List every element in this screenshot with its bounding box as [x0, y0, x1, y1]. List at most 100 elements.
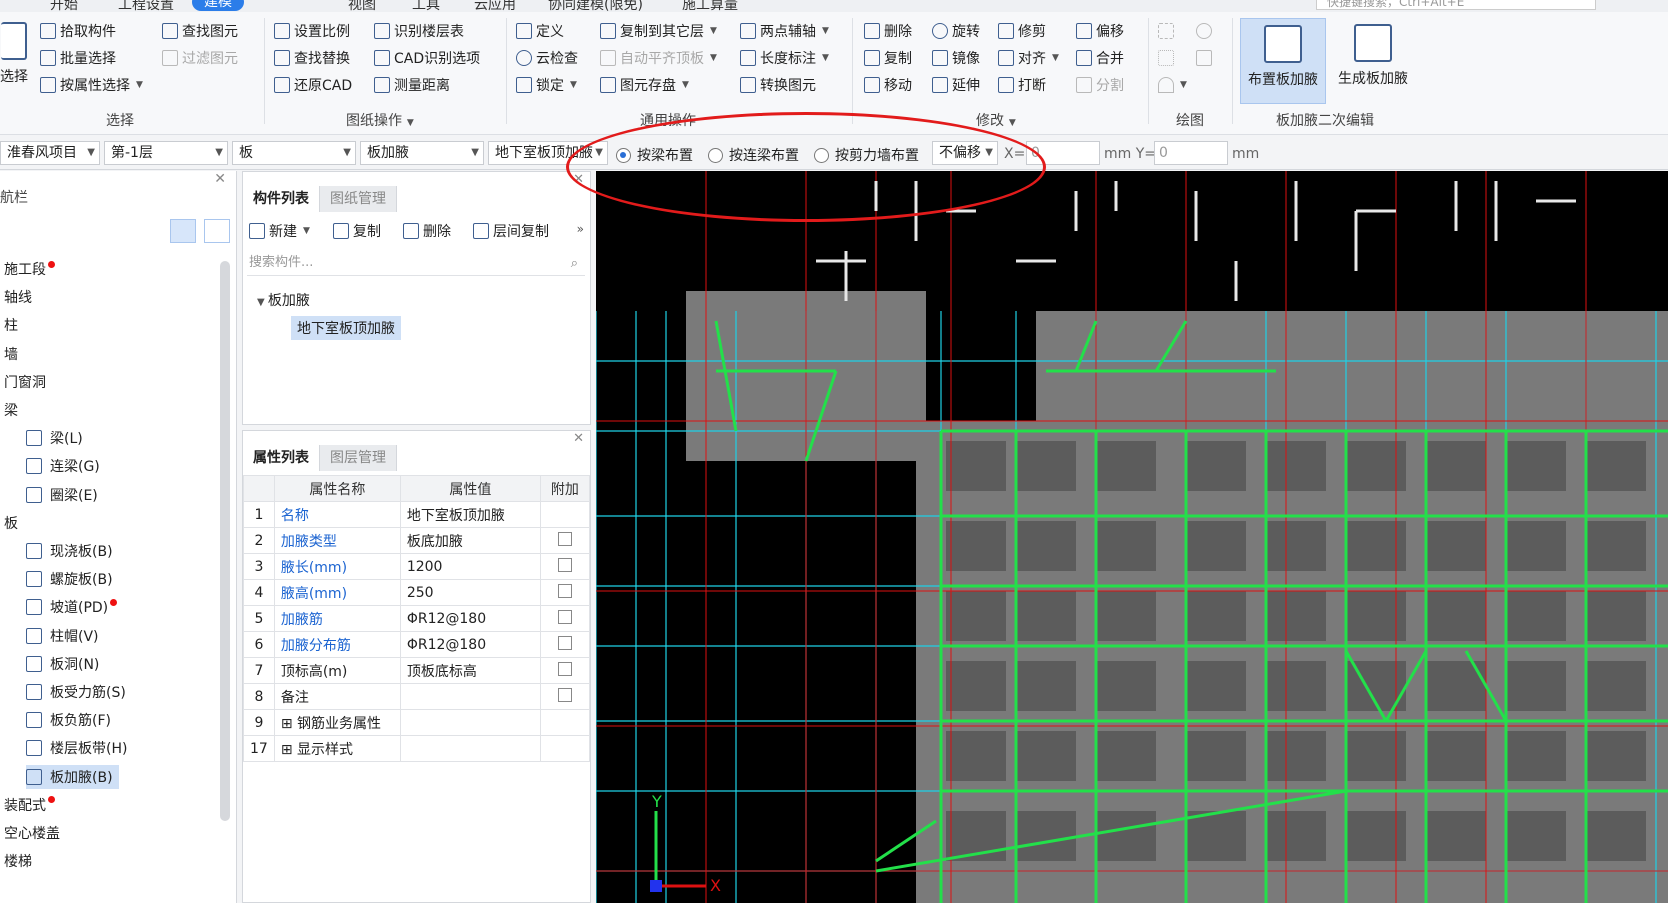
restore-cad-button[interactable]: 还原CAD: [274, 74, 352, 96]
menu-construction[interactable]: 施工算量: [682, 0, 738, 12]
break-button[interactable]: 打断: [998, 74, 1046, 96]
sidebar-item[interactable]: 梁: [4, 398, 18, 422]
close-icon[interactable]: ✕: [573, 431, 584, 446]
property-value[interactable]: [399, 709, 541, 736]
table-row[interactable]: 9 ⊞ 钢筋业务属性: [243, 709, 591, 736]
pick-component-button[interactable]: 拾取构件: [40, 20, 116, 42]
save-element-button[interactable]: 图元存盘 ▼: [600, 74, 689, 96]
copy-to-floor-button[interactable]: 复制到其它层 ▼: [600, 20, 717, 42]
sidebar-item[interactable]: 柱: [4, 313, 18, 337]
type-select[interactable]: 板加腋 ▼: [360, 141, 484, 165]
sidebar-item[interactable]: 墙: [4, 342, 18, 366]
find-element-button[interactable]: 查找图元: [162, 20, 238, 42]
merge-button[interactable]: 合并: [1076, 47, 1124, 69]
menu-tools[interactable]: 工具: [412, 0, 440, 12]
move-button[interactable]: 移动: [864, 74, 912, 96]
menu-view[interactable]: 视图: [348, 0, 376, 12]
select-by-attribute-button[interactable]: 按属性选择 ▼: [40, 74, 143, 96]
select-big-button[interactable]: 选择: [0, 22, 28, 86]
auto-align-slab-button[interactable]: 自动平齐顶板 ▼: [600, 47, 717, 69]
sidebar-item[interactable]: 板: [4, 511, 18, 535]
sidebar-item[interactable]: 板洞(N): [26, 652, 99, 676]
copy-button[interactable]: 复制: [864, 47, 912, 69]
two-point-axis-button[interactable]: 两点辅轴 ▼: [740, 20, 829, 42]
quick-search-input[interactable]: 快捷键搜索，Ctrl+Alt+E: [1316, 0, 1596, 10]
component-select[interactable]: 地下室板顶加腋 ▼: [488, 141, 608, 165]
extra-checkbox[interactable]: [557, 609, 572, 624]
property-value[interactable]: 顶板底标高: [399, 657, 541, 684]
extra-checkbox[interactable]: [557, 531, 572, 546]
floor-select[interactable]: 第-1层 ▼: [104, 141, 228, 165]
mirror-button[interactable]: 镜像: [932, 47, 980, 69]
property-value[interactable]: 250: [399, 579, 541, 606]
trim-button[interactable]: 修剪: [998, 20, 1046, 42]
draw-circle-button[interactable]: [1196, 20, 1212, 42]
offset-button[interactable]: 偏移: [1076, 20, 1124, 42]
more-icon[interactable]: »: [577, 222, 584, 236]
batch-select-button[interactable]: 批量选择: [40, 47, 116, 69]
extra-checkbox[interactable]: [557, 557, 572, 572]
generate-slab-haunch-button[interactable]: 生成板加腋: [1330, 18, 1416, 104]
sidebar-item[interactable]: 楼梯: [4, 849, 32, 873]
nav-scrollbar[interactable]: [220, 261, 230, 821]
sidebar-item[interactable]: 轴线: [4, 285, 32, 309]
property-value[interactable]: [399, 735, 541, 762]
extra-checkbox[interactable]: [557, 583, 572, 598]
offset-select[interactable]: 不偏移 ▼: [932, 141, 998, 165]
expand-icon[interactable]: ⊞: [281, 716, 297, 732]
sidebar-item[interactable]: 板负筋(F): [26, 708, 111, 732]
sidebar-item[interactable]: 柱帽(V): [26, 624, 99, 648]
cad-options-button[interactable]: CAD识别选项: [374, 47, 480, 69]
extend-button[interactable]: 延伸: [932, 74, 980, 96]
close-icon[interactable]: ✕: [573, 172, 584, 187]
sidebar-item[interactable]: 施工段: [4, 257, 55, 281]
delete-button[interactable]: 删除: [864, 20, 912, 42]
radio-by-link-beam[interactable]: 按连梁布置: [708, 145, 799, 165]
draw-arc-button[interactable]: ▼: [1158, 74, 1187, 96]
draw-line-button[interactable]: [1158, 47, 1174, 69]
cad-canvas[interactable]: XY: [596, 171, 1668, 903]
split-button[interactable]: 分割: [1076, 74, 1124, 96]
filter-element-button[interactable]: 过滤图元: [162, 47, 238, 69]
menu-project-settings[interactable]: 工程设置: [118, 0, 174, 12]
project-select[interactable]: 淮春风项目 ▼: [0, 141, 100, 165]
property-value[interactable]: 1200: [399, 553, 541, 580]
sidebar-item[interactable]: 连梁(G): [26, 454, 100, 478]
expand-icon[interactable]: ⊞: [281, 742, 297, 758]
radio-by-beam[interactable]: 按梁布置: [616, 145, 693, 165]
tab-component-list[interactable]: 构件列表: [243, 186, 320, 212]
draw-point-button[interactable]: [1158, 20, 1174, 42]
sidebar-item[interactable]: 门窗洞: [4, 370, 46, 394]
table-row[interactable]: 4 腋高(mm) 250: [243, 579, 591, 606]
measure-distance-button[interactable]: 测量距离: [374, 74, 450, 96]
tree-root[interactable]: ▼ 板加腋: [257, 290, 310, 310]
set-scale-button[interactable]: 设置比例: [274, 20, 350, 42]
cloud-check-button[interactable]: 云检查: [516, 47, 578, 69]
draw-rect-button[interactable]: [1196, 47, 1212, 69]
menu-start[interactable]: 开始: [50, 0, 78, 12]
menu-cloud[interactable]: 云应用: [474, 0, 516, 12]
menu-collab[interactable]: 协同建模(限免): [548, 0, 643, 12]
property-value[interactable]: [399, 683, 541, 710]
new-component-button[interactable]: 新建 ▼: [249, 220, 310, 242]
rotate-button[interactable]: 旋转: [932, 20, 980, 42]
convert-element-button[interactable]: 转换图元: [740, 74, 816, 96]
property-value[interactable]: ΦR12@180: [399, 605, 541, 632]
property-value[interactable]: 地下室板顶加腋: [399, 501, 541, 528]
detail-view-icon[interactable]: [204, 219, 230, 243]
find-replace-button[interactable]: 查找替换: [274, 47, 350, 69]
lock-button[interactable]: 锁定 ▼: [516, 74, 577, 96]
y-offset-input[interactable]: 0: [1154, 141, 1228, 165]
component-search-input[interactable]: 搜索构件...: [247, 250, 585, 276]
table-row[interactable]: 8 备注: [243, 683, 591, 710]
tab-drawing-management[interactable]: 图纸管理: [320, 186, 397, 212]
table-row[interactable]: 7 顶标高(m) 顶板底标高: [243, 657, 591, 684]
table-row[interactable]: 1 名称 地下室板顶加腋: [243, 501, 591, 528]
delete-component-button[interactable]: 删除: [403, 220, 451, 242]
table-row[interactable]: 3 腋长(mm) 1200: [243, 553, 591, 580]
menu-modeling[interactable]: 建模: [192, 0, 244, 11]
list-view-icon[interactable]: [170, 219, 196, 243]
identify-floor-table-button[interactable]: 识别楼层表: [374, 20, 464, 42]
table-row[interactable]: 5 加腋筋 ΦR12@180: [243, 605, 591, 632]
sidebar-item[interactable]: 梁(L): [26, 426, 83, 450]
